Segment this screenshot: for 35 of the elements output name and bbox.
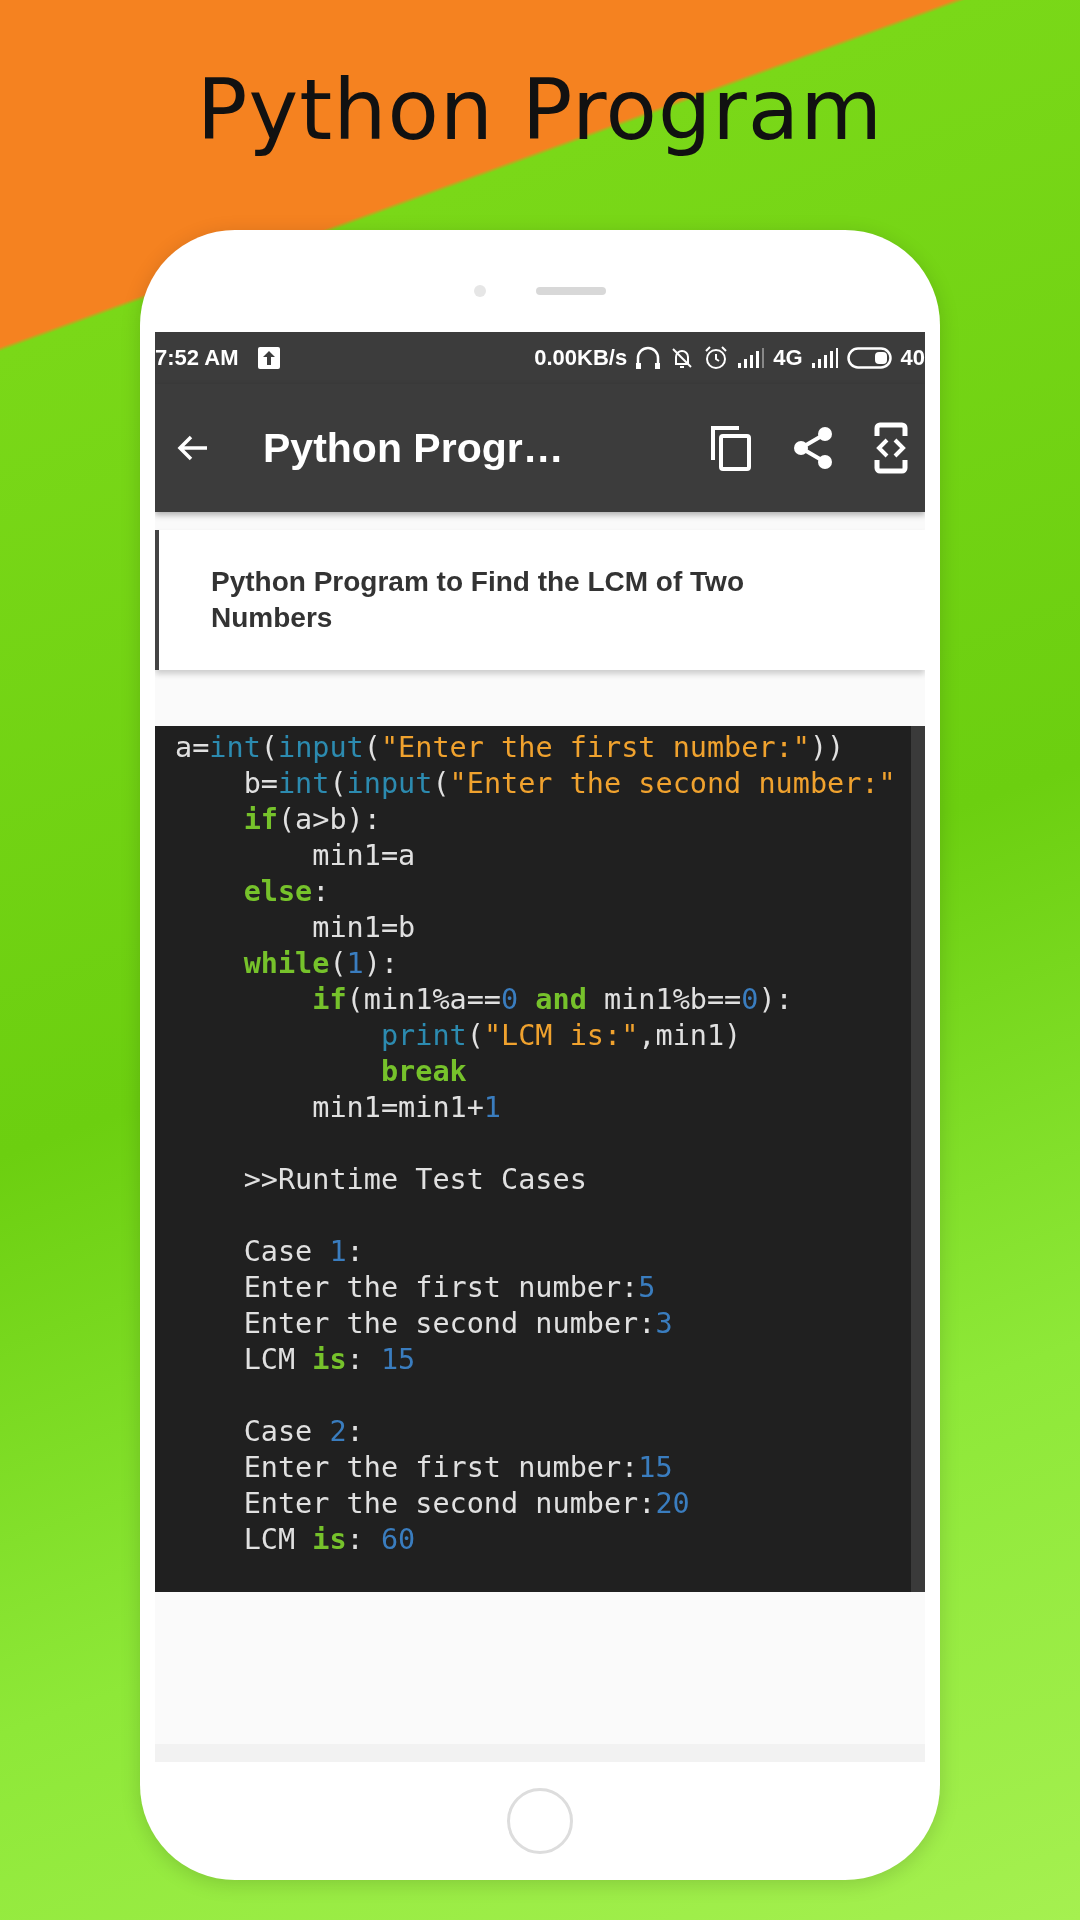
signal-icon — [737, 347, 766, 369]
code-line: min1=a — [311, 838, 416, 874]
camera-dot — [474, 285, 486, 297]
signal-icon — [810, 347, 839, 369]
copy-icon — [709, 424, 753, 472]
code-line: while(1): — [242, 946, 399, 982]
code-line: print("LCM is:",min1) — [379, 1018, 742, 1054]
share-icon — [791, 424, 835, 472]
status-time: 7:52 AM — [155, 345, 239, 371]
speaker-slot — [536, 287, 606, 295]
article-title: Python Program to Find the LCM of Two Numbers — [211, 565, 745, 635]
code-line: Enter the first number:5 — [242, 1270, 656, 1306]
code-line: Enter the second number:3 — [242, 1306, 673, 1342]
code-screen-icon — [873, 422, 909, 474]
code-line: Case 1: — [242, 1234, 364, 1270]
network-speed: 0.00KB/s — [534, 345, 628, 371]
code-line: min1=min1+1 — [311, 1090, 502, 1126]
network-type: 4G — [773, 345, 803, 371]
code-line: LCM is: 15 — [242, 1342, 416, 1378]
code-line: Enter the first number:15 — [242, 1450, 673, 1486]
code-line: Case 2: — [242, 1414, 364, 1450]
headphones-icon — [635, 346, 662, 370]
code-line: b=int(input("Enter the second number:" — [242, 766, 896, 802]
app-bar-title: Python Progr… — [263, 424, 565, 472]
code-line: if(a>b): — [242, 802, 381, 838]
code-line: LCM is: 60 — [242, 1522, 416, 1558]
code-line: min1=b — [311, 910, 416, 946]
code-line: break — [379, 1054, 467, 1090]
code-line: else: — [242, 874, 330, 910]
code-line: >>Runtime Test Cases — [242, 1162, 587, 1198]
battery-percent: 40 — [900, 345, 925, 371]
battery-icon — [846, 346, 893, 370]
code-line: Enter the second number:20 — [242, 1486, 690, 1522]
code-line: if(min1%a==0 and min1%b==0): — [311, 982, 793, 1018]
code-line: a=int(input("Enter the first number:")) — [175, 730, 845, 766]
